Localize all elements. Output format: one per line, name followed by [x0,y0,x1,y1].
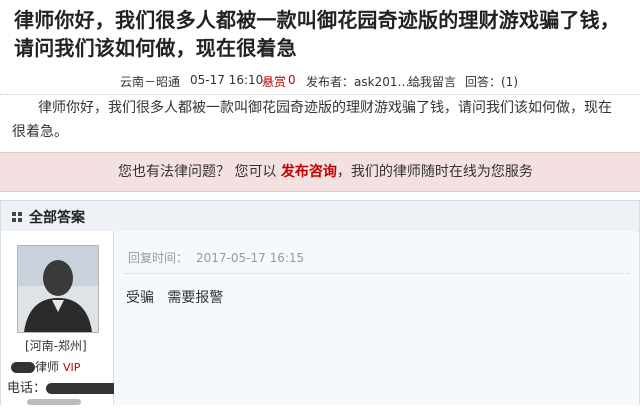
redacted-extra [27,399,81,405]
question-date: 05-17 16:10 [190,73,264,87]
reply-time-label: 回复时间： [128,251,189,265]
redacted-phone [46,383,121,394]
lawyer-region: [河南-郑州] [25,339,87,353]
publisher: 发布者：ask201…… [306,75,422,89]
answers-count: 回答：(1) [465,75,518,89]
reply-text: 受骗 需要报警 [126,290,224,306]
all-answers-title: 全部答案 [29,210,85,226]
lawyer-phone-row: 电话： [7,377,121,396]
lawyer-card: [河南-郑州] 律师 VIP 电话： [1,231,121,408]
publish-consult-link[interactable]: 发布咨询 [281,164,337,180]
reply-time-row: 回复时间： 2017-05-17 16:15 [128,249,304,266]
reward-label: 悬赏 [262,75,287,89]
answer-content: 回复时间： 2017-05-17 16:15 受骗 需要报警 [114,231,638,405]
lawyer-title: 律师 [35,360,60,374]
redacted-name [11,362,35,373]
question-title: 律师你好，我们很多人都被一款叫御花园奇迹版的理财游戏骗了钱，请问我们该如何做，现… [14,8,620,60]
all-answers-header: 全部答案 [0,200,640,232]
avatar-photo-icon [18,246,98,332]
phone-label: 电话： [7,381,47,396]
reply-divider [124,273,630,274]
grid-icon [12,212,22,222]
reply-time-value: 2017-05-17 16:15 [196,251,305,265]
question-header: 律师你好，我们很多人都被一款叫御花园奇迹版的理财游戏骗了钱，请问我们该如何做，现… [0,0,640,66]
lawyer-avatar[interactable] [17,245,99,333]
lawyer-extra [27,397,81,408]
reward-value: 0 [288,73,296,87]
banner-prefix: 您也有法律问题？ 您可以 [118,164,277,180]
leave-message-link[interactable]: 给我留言 [408,73,456,90]
answer-item: [河南-郑州] 律师 VIP 电话： 回复时间： 2017-05-17 16:15 … [0,231,640,405]
lawyer-name-row[interactable]: 律师 VIP [11,358,80,375]
vip-badge: VIP [63,361,81,374]
question-body: 律师你好，我们很多人都被一款叫御花园奇迹版的理财游戏骗了钱，请问我们该如何做，现… [12,100,612,140]
banner-suffix: ，我们的律师随时在线为您服务 [336,164,533,180]
question-meta: 云南－昭通 05-17 16:10 悬赏 0 发布者：ask201…… 给我留言… [0,66,640,95]
question-location[interactable]: 云南－昭通 [120,73,180,90]
consult-banner: 您也有法律问题？ 您可以 发布咨询，我们的律师随时在线为您服务 [0,152,640,192]
